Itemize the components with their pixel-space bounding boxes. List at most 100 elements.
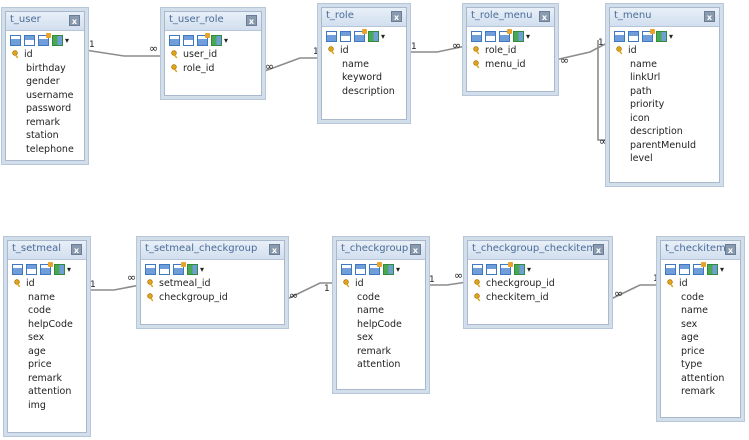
chevron-down-icon[interactable]: ▾ <box>669 32 673 41</box>
primary-key-field[interactable]: checkgroup_id <box>141 291 284 305</box>
close-icon[interactable]: x <box>410 244 421 255</box>
primary-key-toggle-icon[interactable] <box>173 262 186 275</box>
primary-key-field[interactable]: checkgroup_id <box>468 277 608 291</box>
primary-key-toggle-icon[interactable] <box>499 29 512 42</box>
close-icon[interactable]: x <box>725 244 736 255</box>
close-icon[interactable]: x <box>246 15 257 26</box>
chevron-down-icon[interactable]: ▾ <box>526 32 530 41</box>
field-row[interactable]: attention <box>337 358 425 372</box>
field-row[interactable]: name <box>337 304 425 318</box>
primary-key-field[interactable]: id <box>6 48 84 62</box>
field-row[interactable]: price <box>661 345 740 359</box>
close-icon[interactable]: x <box>593 244 604 255</box>
primary-key-toggle-icon[interactable] <box>197 33 210 46</box>
field-row[interactable]: img <box>8 399 86 413</box>
field-row[interactable]: remark <box>6 116 84 130</box>
table-t-setmeal[interactable]: t_setmeal x ▾ id name code helpCode sex age price… <box>7 240 87 433</box>
field-properties-icon[interactable] <box>211 35 222 46</box>
table-header[interactable]: t_checkgroup x <box>337 241 425 260</box>
add-field-icon[interactable] <box>665 264 676 275</box>
table-header[interactable]: t_checkgroup_checkitem x <box>468 241 608 260</box>
add-field-icon[interactable] <box>326 31 337 42</box>
field-row[interactable]: name <box>8 291 86 305</box>
field-row[interactable]: password <box>6 102 84 116</box>
field-row[interactable]: name <box>661 304 740 318</box>
primary-key-toggle-icon[interactable] <box>38 33 51 46</box>
primary-key-field[interactable]: checkitem_id <box>468 291 608 305</box>
field-row[interactable]: sex <box>8 331 86 345</box>
field-properties-icon[interactable] <box>52 35 63 46</box>
chevron-down-icon[interactable]: ▾ <box>527 265 531 274</box>
field-row[interactable]: icon <box>610 112 719 126</box>
table-header[interactable]: t_user_role x <box>165 12 261 31</box>
table-header[interactable]: t_role x <box>322 8 406 27</box>
insert-field-icon[interactable] <box>340 31 351 42</box>
chevron-down-icon[interactable]: ▾ <box>224 36 228 45</box>
field-row[interactable]: level <box>610 152 719 166</box>
add-field-icon[interactable] <box>614 31 625 42</box>
close-icon[interactable]: x <box>704 11 715 22</box>
close-icon[interactable]: x <box>69 15 80 26</box>
field-row[interactable]: code <box>661 291 740 305</box>
primary-key-field[interactable]: setmeal_id <box>141 277 284 291</box>
table-t-menu[interactable]: t_menu x ▾ id name linkUrl path priority icon des… <box>609 7 720 183</box>
chevron-down-icon[interactable]: ▾ <box>67 265 71 274</box>
insert-field-icon[interactable] <box>24 35 35 46</box>
insert-field-icon[interactable] <box>159 264 170 275</box>
primary-key-toggle-icon[interactable] <box>642 29 655 42</box>
add-field-icon[interactable] <box>145 264 156 275</box>
field-properties-icon[interactable] <box>54 264 65 275</box>
close-icon[interactable]: x <box>71 244 82 255</box>
field-properties-icon[interactable] <box>513 31 524 42</box>
field-properties-icon[interactable] <box>707 264 718 275</box>
table-t-checkgroup[interactable]: t_checkgroup x ▾ id code name helpCode sex remar… <box>336 240 426 390</box>
field-properties-icon[interactable] <box>656 31 667 42</box>
table-header[interactable]: t_menu x <box>610 8 719 27</box>
table-t-user-role[interactable]: t_user_role x ▾ user_id role_id <box>164 11 262 96</box>
insert-field-icon[interactable] <box>485 31 496 42</box>
add-field-icon[interactable] <box>169 35 180 46</box>
primary-key-field[interactable]: id <box>8 277 86 291</box>
insert-field-icon[interactable] <box>26 264 37 275</box>
add-field-icon[interactable] <box>472 264 483 275</box>
field-row[interactable]: attention <box>661 372 740 386</box>
field-row[interactable]: username <box>6 89 84 103</box>
chevron-down-icon[interactable]: ▾ <box>200 265 204 274</box>
relationship-line[interactable] <box>597 40 609 141</box>
field-properties-icon[interactable] <box>383 264 394 275</box>
field-row[interactable]: priority <box>610 98 719 112</box>
insert-field-icon[interactable] <box>486 264 497 275</box>
field-row[interactable]: name <box>322 58 406 72</box>
chevron-down-icon[interactable]: ▾ <box>65 36 69 45</box>
table-header[interactable]: t_setmeal x <box>8 241 86 260</box>
insert-field-icon[interactable] <box>679 264 690 275</box>
primary-key-field[interactable]: menu_id <box>467 58 554 72</box>
field-row[interactable]: keyword <box>322 71 406 85</box>
primary-key-toggle-icon[interactable] <box>369 262 382 275</box>
table-header[interactable]: t_setmeal_checkgroup x <box>141 241 284 260</box>
field-row[interactable]: price <box>8 358 86 372</box>
close-icon[interactable]: x <box>391 11 402 22</box>
table-t-role[interactable]: t_role x ▾ id name keyword description <box>321 7 407 120</box>
field-row[interactable]: telephone <box>6 143 84 157</box>
field-row[interactable]: linkUrl <box>610 71 719 85</box>
chevron-down-icon[interactable]: ▾ <box>396 265 400 274</box>
field-row[interactable]: code <box>8 304 86 318</box>
chevron-down-icon[interactable]: ▾ <box>720 265 724 274</box>
field-properties-icon[interactable] <box>187 264 198 275</box>
insert-field-icon[interactable] <box>355 264 366 275</box>
field-properties-icon[interactable] <box>368 31 379 42</box>
table-header[interactable]: t_user x <box>6 12 84 31</box>
add-field-icon[interactable] <box>471 31 482 42</box>
table-header[interactable]: t_checkitem x <box>661 241 740 260</box>
field-row[interactable]: path <box>610 85 719 99</box>
field-properties-icon[interactable] <box>514 264 525 275</box>
insert-field-icon[interactable] <box>628 31 639 42</box>
table-header[interactable]: t_role_menu x <box>467 8 554 27</box>
table-t-setmeal-checkgroup[interactable]: t_setmeal_checkgroup x ▾ setmeal_id checkgro… <box>140 240 285 325</box>
primary-key-field[interactable]: role_id <box>467 44 554 58</box>
primary-key-field[interactable]: id <box>661 277 740 291</box>
field-row[interactable]: helpCode <box>8 318 86 332</box>
field-row[interactable]: type <box>661 358 740 372</box>
field-row[interactable]: gender <box>6 75 84 89</box>
